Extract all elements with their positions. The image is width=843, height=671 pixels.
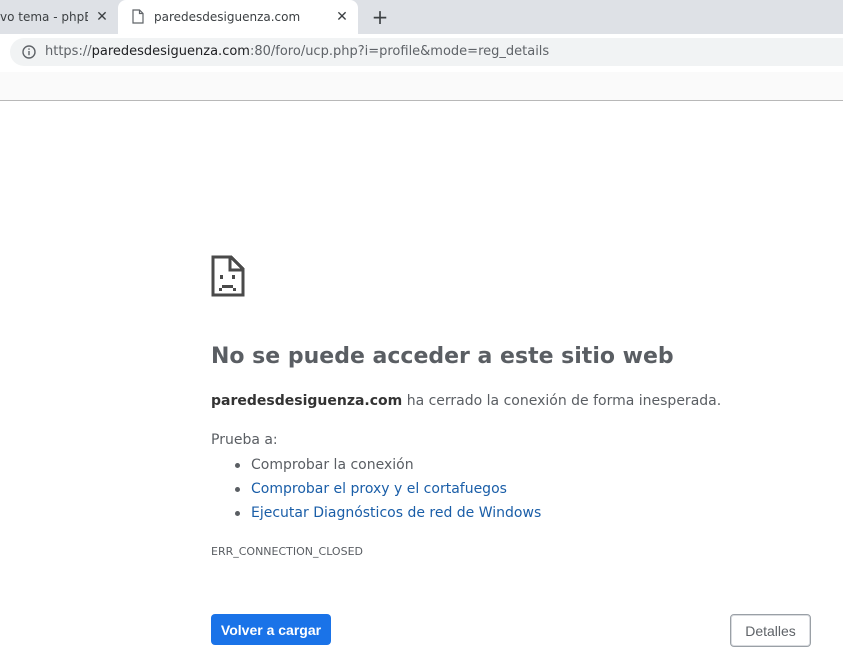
new-tab-button[interactable]: + <box>370 7 390 27</box>
suggestion-run-diagnostics-link[interactable]: Ejecutar Diagnósticos de red de Windows <box>235 504 541 528</box>
error-heading: No se puede acceder a este sitio web <box>211 344 674 369</box>
sad-page-icon <box>211 255 245 297</box>
try-label: Prueba a: <box>211 432 278 448</box>
tab-paredesdesiguenza[interactable]: paredesdesiguenza.com ✕ <box>118 0 358 34</box>
error-summary: paredesdesiguenza.com ha cerrado la cone… <box>211 393 721 409</box>
close-icon[interactable]: ✕ <box>94 9 110 25</box>
suggestion-check-proxy-link[interactable]: Comprobar el proxy y el cortafuegos <box>235 480 541 504</box>
tab-title: paredesdesiguenza.com <box>154 10 301 24</box>
address-bar[interactable]: https://paredesdesiguenza.com:80/foro/uc… <box>10 38 843 66</box>
error-code: ERR_CONNECTION_CLOSED <box>211 545 363 558</box>
details-button[interactable]: Detalles <box>730 614 811 647</box>
tab-strip: vo tema - phpBB ✕ paredesdesiguenza.com … <box>0 0 843 34</box>
url-path: :80/foro/ucp.php?i=profile&mode=reg_deta… <box>249 44 550 59</box>
url-text[interactable]: https://paredesdesiguenza.com:80/foro/uc… <box>45 44 549 59</box>
toolbar-divider <box>0 100 843 101</box>
suggestions-list: Comprobar la conexión Comprobar el proxy… <box>235 456 541 528</box>
url-host: paredesdesiguenza.com <box>91 44 250 59</box>
tab-phpbb[interactable]: vo tema - phpBB ✕ <box>0 0 118 34</box>
url-scheme: https:// <box>45 44 92 59</box>
tab-title: vo tema - phpBB <box>0 10 88 24</box>
toolbar: https://paredesdesiguenza.com:80/foro/uc… <box>0 34 843 101</box>
summary-host: paredesdesiguenza.com <box>211 393 403 409</box>
suggestion-check-connection: Comprobar la conexión <box>235 456 541 480</box>
summary-text: ha cerrado la conexión de forma inespera… <box>402 393 722 409</box>
document-icon <box>132 9 144 24</box>
bookmarks-bar <box>0 72 843 100</box>
close-icon[interactable]: ✕ <box>334 9 350 25</box>
info-icon[interactable] <box>22 45 36 59</box>
reload-button[interactable]: Volver a cargar <box>211 614 331 645</box>
